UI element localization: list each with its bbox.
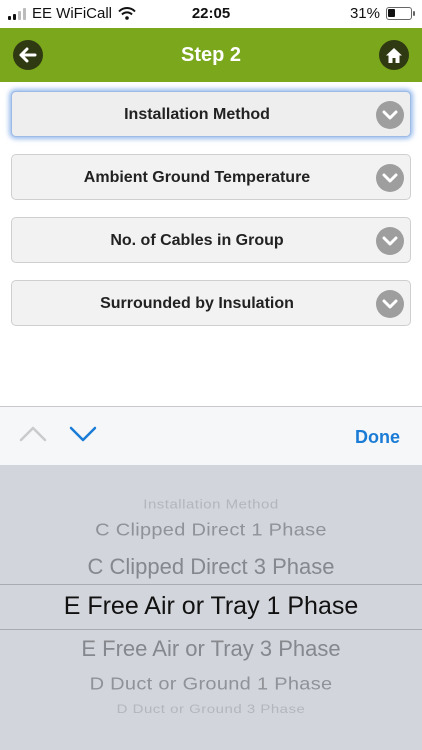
chevron-down-icon <box>69 426 97 442</box>
select-label: Installation Method <box>124 106 270 123</box>
chevron-down-icon <box>376 164 404 192</box>
picker-option-selected[interactable]: E Free Air or Tray 1 Phase <box>0 592 422 621</box>
battery-icon <box>386 7 415 20</box>
app-header: Step 2 <box>0 28 422 82</box>
select-label: Surrounded by Insulation <box>100 295 294 312</box>
picker-option[interactable]: D Duct or Ground 1 Phase <box>0 674 422 695</box>
picker-option[interactable]: Installation Method <box>0 497 422 511</box>
chevron-up-icon <box>19 426 47 442</box>
select-ambient-ground-temperature[interactable]: Ambient Ground Temperature <box>11 154 411 200</box>
picker-option[interactable]: D Duct or Ground 3 Phase <box>0 703 422 717</box>
select-installation-method[interactable]: Installation Method <box>11 91 411 137</box>
battery-percent: 31% <box>349 5 380 22</box>
select-cables-in-group[interactable]: No. of Cables in Group <box>11 217 411 263</box>
picker-wheel[interactable]: Installation Method C Clipped Direct 1 P… <box>0 465 422 750</box>
picker-option[interactable]: C Clipped Direct 1 Phase <box>0 520 422 541</box>
select-label: Ambient Ground Temperature <box>83 169 311 186</box>
select-surrounded-by-insulation[interactable]: Surrounded by Insulation <box>11 280 411 326</box>
page-title: Step 2 <box>180 44 242 66</box>
picker-option[interactable]: E Free Air or Tray 3 Phase <box>0 636 422 662</box>
home-icon <box>386 47 402 63</box>
select-label: No. of Cables in Group <box>110 232 284 249</box>
home-button[interactable] <box>379 40 409 70</box>
done-button[interactable]: Done <box>355 427 400 448</box>
status-bar: EE WiFiCall 22:05 31% <box>0 0 422 28</box>
chevron-down-icon <box>376 290 404 318</box>
chevron-down-icon <box>376 101 404 129</box>
picker-option[interactable]: C Clipped Direct 3 Phase <box>0 554 422 580</box>
next-field-button[interactable] <box>68 425 98 448</box>
chevron-down-icon <box>376 227 404 255</box>
previous-field-button[interactable] <box>18 425 48 448</box>
keyboard-accessory-bar: Done <box>0 406 422 465</box>
